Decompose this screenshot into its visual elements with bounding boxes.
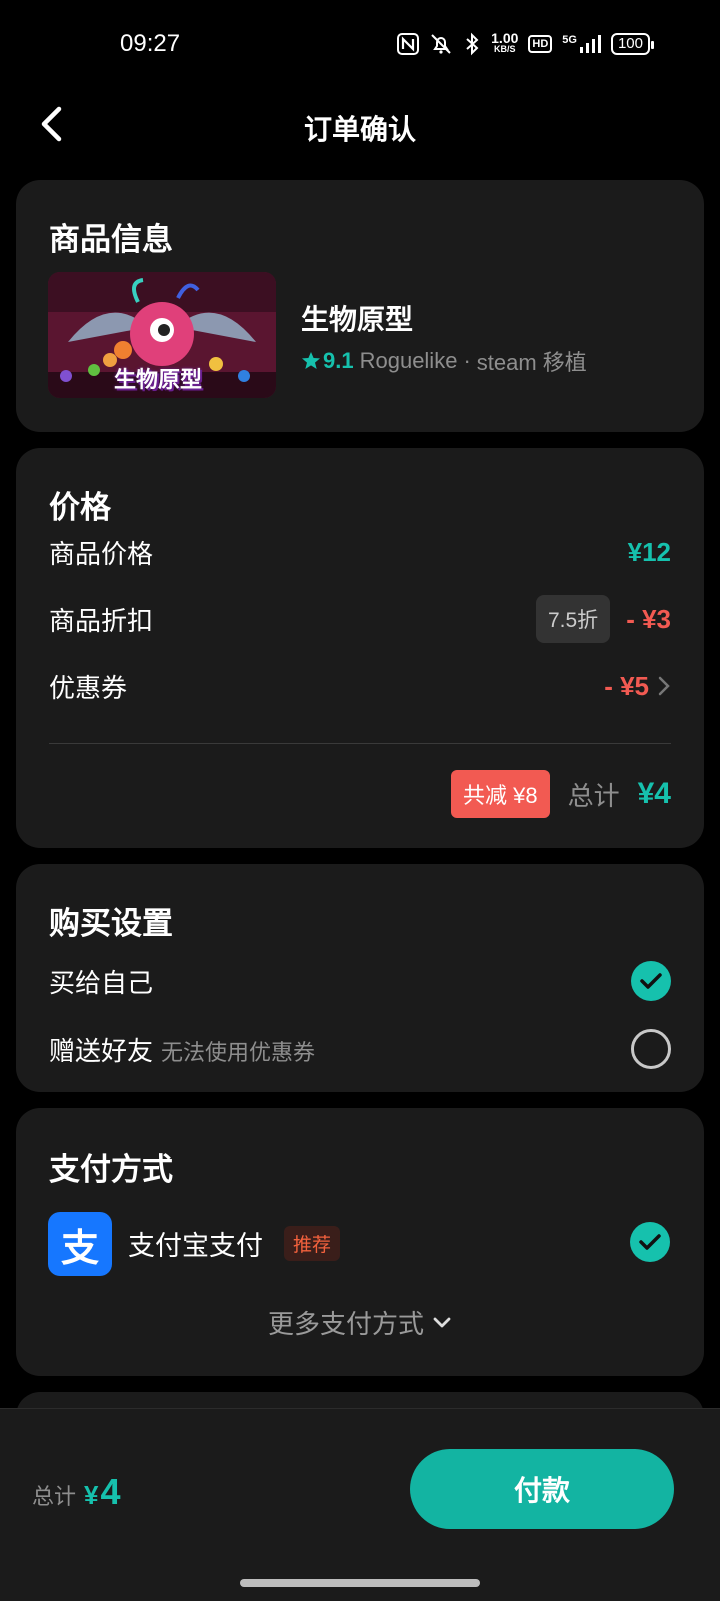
total-value: ¥4 bbox=[637, 777, 671, 810]
game-thumbnail[interactable]: 生物原型 bbox=[48, 272, 276, 398]
discount-label: 商品折扣 bbox=[49, 605, 154, 636]
saved-badge: 共减 ¥8 bbox=[451, 770, 550, 818]
chevron-down-icon bbox=[433, 1317, 451, 1327]
rating-value: 9.1 bbox=[323, 348, 354, 373]
coupon-label: 优惠券 bbox=[49, 672, 128, 703]
payment-section-title: 支付方式 bbox=[49, 1152, 173, 1187]
item-price-value: ¥12 bbox=[627, 536, 671, 567]
rating: 9.1 bbox=[301, 348, 354, 374]
network-speed: 1.00 KB/S bbox=[491, 30, 519, 55]
payment-card: 支付方式 支 支付宝支付 推荐 更多支付方式 bbox=[16, 1108, 704, 1376]
nav-bar: 订单确认 bbox=[0, 90, 720, 160]
option-gift[interactable]: 赠送好友 无法使用优惠券 bbox=[49, 1026, 671, 1072]
star-icon bbox=[302, 352, 320, 369]
product-section-title: 商品信息 bbox=[49, 222, 173, 257]
more-payment-label: 更多支付方式 bbox=[267, 1309, 424, 1339]
recommend-tag: 推荐 bbox=[284, 1226, 341, 1261]
nfc-icon bbox=[397, 33, 420, 55]
chevron-right-icon bbox=[657, 675, 671, 697]
mute-icon bbox=[429, 32, 453, 56]
meta-separator: · bbox=[463, 348, 471, 373]
option-self-label: 买给自己 bbox=[49, 967, 154, 998]
coupon-row[interactable]: 优惠券 - ¥5 bbox=[49, 666, 671, 706]
signal-icon: 5G bbox=[562, 34, 601, 54]
item-price-row: 商品价格 ¥12 bbox=[49, 532, 671, 572]
page-title: 订单确认 bbox=[303, 114, 416, 145]
status-icons: 1.00 KB/S HD 5G 100 bbox=[397, 30, 655, 56]
alipay-icon: 支 bbox=[48, 1212, 112, 1276]
status-time: 09:27 bbox=[120, 30, 181, 57]
thumb-caption: 生物原型 bbox=[114, 367, 203, 392]
status-bar: 09:27 1.00 KB/S HD 5G 100 bbox=[0, 0, 720, 90]
check-selected-icon[interactable] bbox=[631, 961, 671, 1001]
price-section-title: 价格 bbox=[49, 490, 111, 525]
bottom-total-label: 总计 bbox=[32, 1484, 77, 1509]
game-name[interactable]: 生物原型 bbox=[301, 298, 413, 338]
discount-tag: 7.5折 bbox=[535, 595, 611, 643]
hd-badge: HD bbox=[528, 35, 553, 53]
bottom-currency: ¥ bbox=[84, 1480, 99, 1510]
radio-unselected-icon[interactable] bbox=[631, 1029, 671, 1069]
price-card: 价格 商品价格 ¥12 商品折扣 7.5折 - ¥3 优惠券 - ¥5 共减 ¥… bbox=[16, 448, 704, 848]
network-type: 5G bbox=[562, 34, 577, 46]
bluetooth-icon bbox=[463, 32, 481, 56]
coupon-value: - ¥5 bbox=[604, 670, 649, 701]
alipay-label[interactable]: 支付宝支付 bbox=[128, 1224, 263, 1263]
price-total-row: 共减 ¥8 总计 ¥4 bbox=[451, 770, 671, 818]
speed-value: 1.00 bbox=[491, 30, 519, 46]
more-payment-button[interactable]: 更多支付方式 bbox=[16, 1304, 704, 1341]
discount-value: - ¥3 bbox=[626, 603, 671, 634]
game-genre: Roguelike bbox=[359, 348, 458, 373]
bottom-bar: 总计 ¥ 4 付款 bbox=[0, 1408, 720, 1601]
item-price-label: 商品价格 bbox=[49, 538, 154, 569]
price-divider bbox=[49, 743, 671, 744]
pay-button[interactable]: 付款 bbox=[410, 1449, 674, 1529]
purchase-settings-card: 购买设置 买给自己 赠送好友 无法使用优惠券 bbox=[16, 864, 704, 1092]
total-label: 总计 bbox=[567, 780, 620, 811]
option-gift-label: 赠送好友 bbox=[49, 1035, 154, 1066]
game-meta: 9.1 Roguelike · steam 移植 bbox=[301, 345, 587, 377]
bottom-total: 总计 ¥ 4 bbox=[32, 1471, 121, 1513]
option-gift-note: 无法使用优惠券 bbox=[161, 1039, 316, 1065]
product-card: 商品信息 生物原型 生物原型 9.1 Roguelike · steam 移植 bbox=[16, 180, 704, 432]
game-platform: steam 移植 bbox=[476, 350, 587, 375]
bottom-total-amount: 4 bbox=[100, 1471, 121, 1512]
battery-icon: 100 bbox=[610, 33, 655, 55]
home-indicator[interactable] bbox=[240, 1579, 480, 1587]
speed-unit: KB/S bbox=[494, 44, 516, 54]
settings-section-title: 购买设置 bbox=[49, 906, 173, 941]
discount-row: 商品折扣 7.5折 - ¥3 bbox=[49, 594, 671, 644]
option-self[interactable]: 买给自己 bbox=[49, 958, 671, 1004]
alipay-check-icon[interactable] bbox=[630, 1222, 670, 1262]
